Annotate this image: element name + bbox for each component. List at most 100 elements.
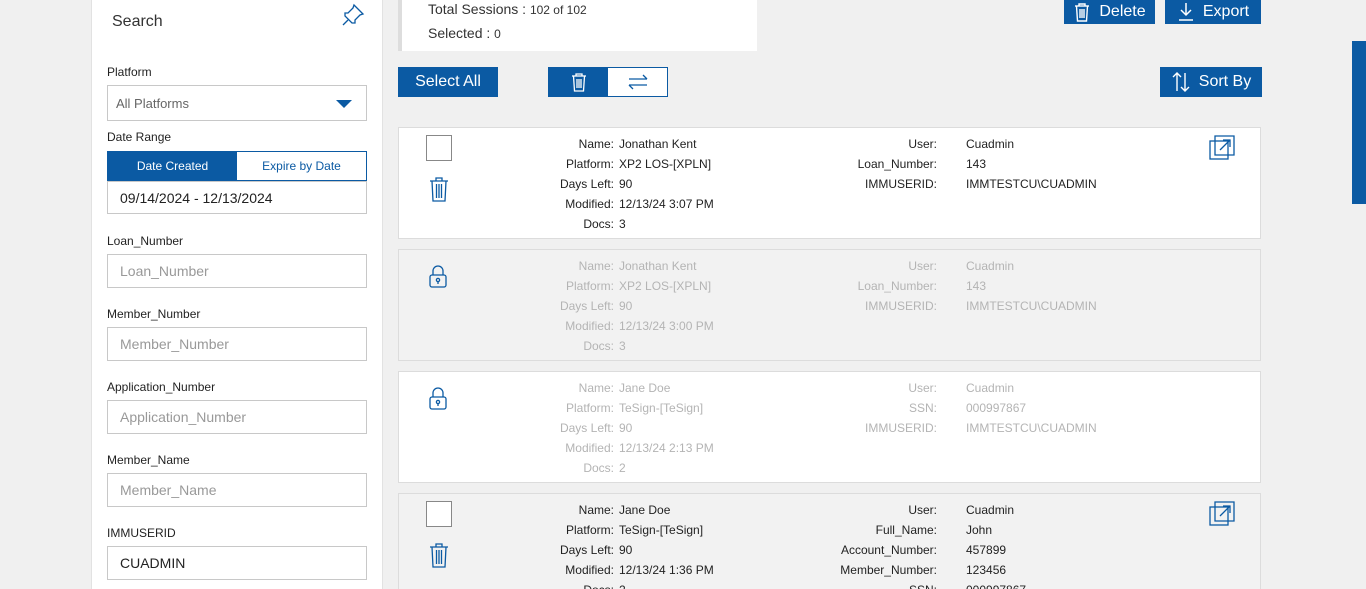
field-key: Platform: [565,401,614,415]
field-key: Platform: [565,523,614,537]
session-card[interactable]: Name: Jonathan Kent Platform: XP2 LOS-[XPLN… [398,127,1261,239]
tab-date-created[interactable]: Date Created [108,152,237,180]
search-sidebar: Search Platform All Platforms Date Range… [91,0,383,589]
platform-value: All Platforms [116,95,189,111]
field-value: Jonathan Kent [619,259,697,273]
member-number-input[interactable]: Member_Number [107,327,367,361]
field-value: 123456 [966,563,1007,577]
field-key: Platform: [565,157,614,171]
application-number-label: Application_Number [107,380,216,394]
field-key: Platform: [565,279,614,293]
field-key: Days Left: [559,543,614,557]
select-all-button[interactable]: Select All [398,67,498,97]
toggle-transfer-mode[interactable] [608,68,667,96]
trash-icon [571,73,586,92]
session-card[interactable]: Name: Jane Doe Platform: TeSign-[TeSign] Day… [398,371,1261,483]
open-external-icon[interactable] [1209,501,1235,532]
session-meta: User: Cuadmin SSN: 000997867 IMMUSERID: IMMTE… [779,378,1199,478]
field-value: Cuadmin [966,381,1015,395]
field-value: 90 [619,299,633,313]
field-value: IMMTESTCU\CUADMIN [966,421,1097,435]
field-value: IMMTESTCU\CUADMIN [966,299,1097,313]
tab-expire-by-date[interactable]: Expire by Date [237,152,366,180]
session-details: Name: Jane Doe Platform: TeSign-[TeSign] Day… [399,378,799,478]
field-value: 000997867 [966,401,1027,415]
field-key: Docs: [583,461,614,475]
field-key: Docs: [583,217,614,231]
field-key: Days Left: [559,299,614,313]
chevron-down-icon [336,100,352,108]
field-key: User: [908,381,937,395]
field-value: 143 [966,279,987,293]
field-value: Jonathan Kent [619,137,697,151]
sort-by-button[interactable]: Sort By [1160,67,1262,97]
platform-select[interactable]: All Platforms [107,85,367,121]
session-details: Name: Jonathan Kent Platform: XP2 LOS-[XPLN… [399,256,799,356]
field-key: User: [908,503,937,517]
date-range-input[interactable]: 09/14/2024 - 12/13/2024 [107,181,367,214]
application-number-input[interactable]: Application_Number [107,400,367,434]
toggle-delete-mode[interactable] [549,68,608,96]
field-key: Name: [578,259,614,273]
field-key: SSN: [908,401,937,415]
sort-by-label: Sort By [1198,73,1252,90]
scrollbar-thumb[interactable] [1352,41,1366,204]
field-value: XP2 LOS-[XPLN] [619,279,712,293]
field-key: Docs: [583,339,614,353]
swap-arrows-icon [628,74,647,90]
field-value: 3 [619,339,626,353]
loan-number-input[interactable]: Loan_Number [107,254,367,288]
field-key: Member_Number: [840,563,937,577]
view-toggle [548,67,668,97]
field-value: Cuadmin [966,259,1015,273]
date-range-label: Date Range [107,130,172,144]
field-value: John [966,523,993,537]
member-name-input[interactable]: Member_Name [107,473,367,507]
member-number-label: Member_Number [107,307,201,321]
field-value: 12/13/24 1:36 PM [619,563,714,577]
field-value: 90 [619,177,633,191]
field-value: XP2 LOS-[XPLN] [619,157,712,171]
field-value: Cuadmin [966,503,1015,517]
delete-label: Delete [1099,3,1146,20]
delete-button[interactable]: Delete [1064,0,1155,24]
session-card[interactable]: Name: Jonathan Kent Platform: XP2 LOS-[XPLN… [398,249,1261,361]
field-key: Name: [578,503,614,517]
platform-label: Platform [107,65,152,79]
session-summary: Total Sessions : 102 of 102 Selected : 0 [398,0,757,51]
field-value: 12/13/24 3:00 PM [619,319,714,333]
field-key: Days Left: [559,177,614,191]
field-key: Loan_Number: [857,279,937,293]
field-key: Modified: [565,319,614,333]
field-value: Jane Doe [619,381,671,395]
field-key: SSN: [909,580,937,589]
selected-label: Selected : [428,25,491,41]
field-value: 90 [619,421,633,435]
field-value: TeSign-[TeSign] [619,401,704,415]
session-card[interactable]: Name: Jane Doe Platform: TeSign-[TeSign] Day… [398,493,1261,589]
field-value: 2 [619,461,626,475]
field-key: IMMUSERID: [865,421,937,435]
session-details: Name: Jane Doe Platform: TeSign-[TeSign] Day… [399,500,799,589]
field-value: 000997867 [966,580,1026,589]
field-value: TeSign-[TeSign] [619,523,704,537]
field-value: 12/13/24 3:07 PM [619,197,714,211]
download-icon [1178,3,1193,21]
field-value: 2 [619,580,626,589]
pin-icon[interactable] [340,2,366,28]
loan-number-label: Loan_Number [107,234,184,248]
field-key: Name: [578,381,614,395]
field-value: 3 [619,217,626,231]
field-key: User: [908,259,937,273]
open-external-icon[interactable] [1209,135,1235,166]
field-key: Account_Number: [840,543,937,557]
field-key: Modified: [565,563,614,577]
export-label: Export [1202,3,1250,20]
field-value: IMMTESTCU\CUADMIN [966,177,1097,191]
export-button[interactable]: Export [1165,0,1261,24]
immuserid-input[interactable]: CUADMIN [107,546,367,580]
trash-icon [1075,3,1090,22]
total-sessions-label: Total Sessions : [428,1,527,17]
field-value: 12/13/24 2:13 PM [619,441,714,455]
field-value: 457899 [966,543,1007,557]
